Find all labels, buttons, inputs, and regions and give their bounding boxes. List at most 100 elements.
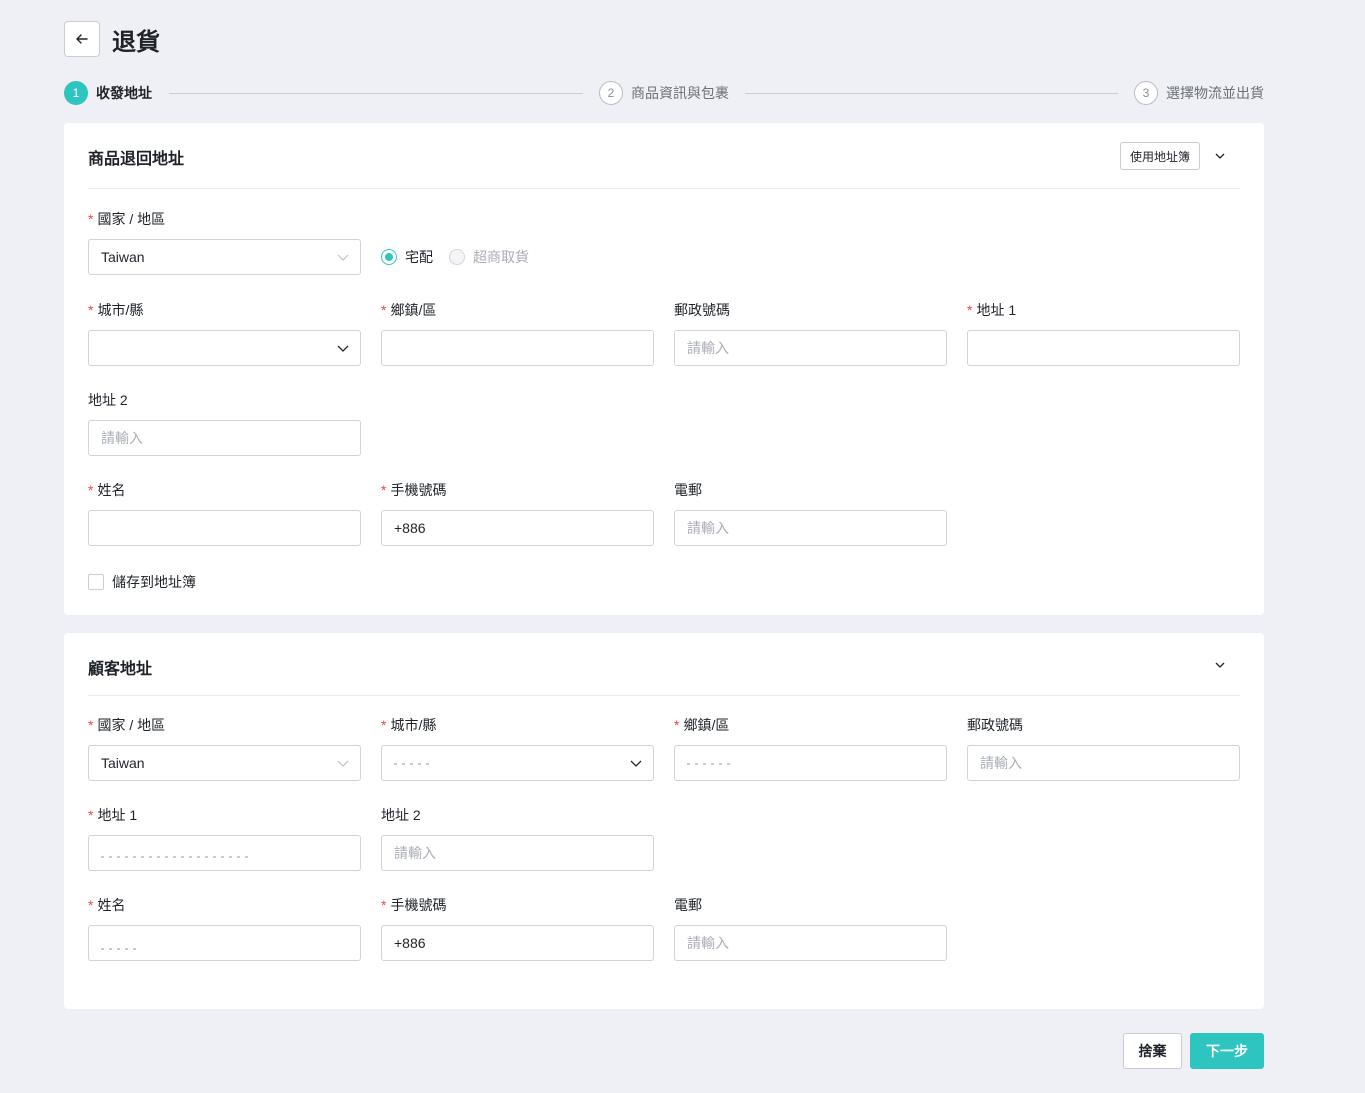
- required-mark: *: [88, 807, 94, 823]
- field-label: 地址 1: [976, 302, 1017, 318]
- customer-city-select[interactable]: [381, 745, 654, 781]
- customer-address2-input[interactable]: [381, 835, 654, 871]
- customer-name-field: * 姓名: [88, 895, 361, 961]
- required-mark: *: [381, 717, 387, 733]
- return-country-field: * 國家 / 地區 Taiwan: [88, 209, 361, 275]
- field-label: 地址 1: [97, 807, 138, 823]
- required-mark: *: [88, 482, 94, 498]
- field-label: 鄉鎮/區: [683, 717, 730, 733]
- return-city-select[interactable]: [88, 330, 361, 366]
- return-address-header: 商品退回地址 使用地址簿: [88, 123, 1240, 189]
- field-label: 電郵: [674, 897, 702, 913]
- step-3-label: 選擇物流並出貨: [1166, 85, 1264, 101]
- return-phone-input[interactable]: [381, 510, 654, 546]
- step-2: 2 商品資訊與包裹: [599, 81, 729, 105]
- home-delivery-radio[interactable]: 宅配: [381, 247, 433, 267]
- step-1-number: 1: [64, 81, 88, 105]
- radio-unchecked: [449, 249, 465, 265]
- field-label: 國家 / 地區: [97, 717, 166, 733]
- customer-country-field: * 國家 / 地區 Taiwan: [88, 715, 361, 781]
- radio-label: 超商取貨: [473, 249, 529, 265]
- collapse-toggle[interactable]: [1212, 148, 1228, 164]
- collapse-toggle[interactable]: [1212, 657, 1228, 673]
- customer-city-field: * 城市/縣: [381, 715, 654, 781]
- delivery-method-group: 宅配 超商取貨: [381, 239, 545, 275]
- return-district-field: * 鄉鎮/區: [381, 300, 654, 366]
- checkbox-label: 儲存到地址簿: [112, 574, 196, 590]
- chevron-down-icon: [337, 345, 349, 352]
- step-2-label: 商品資訊與包裹: [631, 85, 729, 101]
- chevron-down-icon: [1215, 153, 1225, 159]
- customer-address-header: 顧客地址: [88, 633, 1240, 696]
- customer-address1-input[interactable]: [88, 835, 361, 871]
- field-label: 姓名: [97, 482, 126, 498]
- customer-address2-field: 地址 2: [381, 805, 654, 871]
- required-mark: *: [381, 897, 387, 913]
- field-label: 國家 / 地區: [97, 211, 166, 227]
- return-address1-input[interactable]: [967, 330, 1240, 366]
- customer-phone-field: * 手機號碼: [381, 895, 654, 961]
- field-label: 電郵: [674, 482, 702, 498]
- chevron-down-icon: [630, 760, 642, 767]
- chevron-down-icon: [1215, 662, 1225, 668]
- page-header: 退貨: [64, 21, 160, 57]
- use-address-book-button[interactable]: 使用地址簿: [1119, 142, 1200, 170]
- card-title: 商品退回地址: [88, 151, 185, 168]
- customer-district-input[interactable]: [674, 745, 947, 781]
- back-button[interactable]: [64, 21, 100, 57]
- redacted-value: [101, 856, 251, 858]
- step-2-number: 2: [599, 81, 623, 105]
- stepper: 1 收發地址 2 商品資訊與包裹 3 選擇物流並出貨: [64, 81, 1264, 105]
- field-label: 手機號碼: [390, 482, 447, 498]
- checkbox[interactable]: [88, 574, 104, 590]
- required-mark: *: [967, 302, 973, 318]
- customer-phone-input[interactable]: [381, 925, 654, 961]
- return-city-field: * 城市/縣: [88, 300, 361, 366]
- next-step-button[interactable]: 下一步: [1190, 1033, 1264, 1069]
- step-1-label: 收發地址: [96, 85, 152, 101]
- field-label: 郵政號碼: [674, 302, 730, 318]
- customer-postal-field: 郵政號碼: [967, 715, 1240, 781]
- chevron-down-icon: [337, 760, 349, 767]
- card-title: 顧客地址: [88, 661, 153, 678]
- return-address1-field: * 地址 1: [967, 300, 1240, 366]
- customer-country-select[interactable]: Taiwan: [88, 745, 361, 781]
- customer-email-input[interactable]: [674, 925, 947, 961]
- return-district-input[interactable]: [381, 330, 654, 366]
- customer-postal-input[interactable]: [967, 745, 1240, 781]
- field-label: 城市/縣: [390, 717, 437, 733]
- step-3: 3 選擇物流並出貨: [1134, 81, 1264, 105]
- save-to-address-book[interactable]: 儲存到地址簿: [88, 572, 196, 592]
- return-address2-field: 地址 2: [88, 390, 361, 456]
- store-pickup-radio[interactable]: 超商取貨: [449, 247, 529, 267]
- step-connector: [745, 93, 1118, 94]
- customer-district-field: * 鄉鎮/區: [674, 715, 947, 781]
- required-mark: *: [381, 482, 387, 498]
- field-label: 鄉鎮/區: [390, 302, 437, 318]
- radio-checked: [381, 249, 397, 265]
- radio-label: 宅配: [405, 249, 433, 265]
- return-name-field: * 姓名: [88, 480, 361, 546]
- customer-name-input[interactable]: [88, 925, 361, 961]
- return-postal-input[interactable]: [674, 330, 947, 366]
- page-title: 退貨: [112, 28, 160, 56]
- return-address2-input[interactable]: [88, 420, 361, 456]
- required-mark: *: [674, 717, 680, 733]
- return-email-input[interactable]: [674, 510, 947, 546]
- required-mark: *: [381, 302, 387, 318]
- step-3-number: 3: [1134, 81, 1158, 105]
- return-country-select[interactable]: Taiwan: [88, 239, 361, 275]
- return-name-input[interactable]: [88, 510, 361, 546]
- return-postal-field: 郵政號碼: [674, 300, 947, 366]
- chevron-down-icon: [337, 254, 349, 261]
- required-mark: *: [88, 717, 94, 733]
- discard-button[interactable]: 捨棄: [1123, 1033, 1182, 1069]
- field-label: 郵政號碼: [967, 717, 1023, 733]
- required-mark: *: [88, 897, 94, 913]
- select-value: Taiwan: [101, 249, 145, 265]
- field-label: 手機號碼: [390, 897, 447, 913]
- field-label: 地址 2: [88, 392, 128, 408]
- required-mark: *: [88, 302, 94, 318]
- return-address-card: 商品退回地址 使用地址簿 * 國家 / 地區 Taiwan 宅配 超商取貨 * 城市…: [64, 123, 1264, 615]
- redacted-value: [687, 763, 731, 765]
